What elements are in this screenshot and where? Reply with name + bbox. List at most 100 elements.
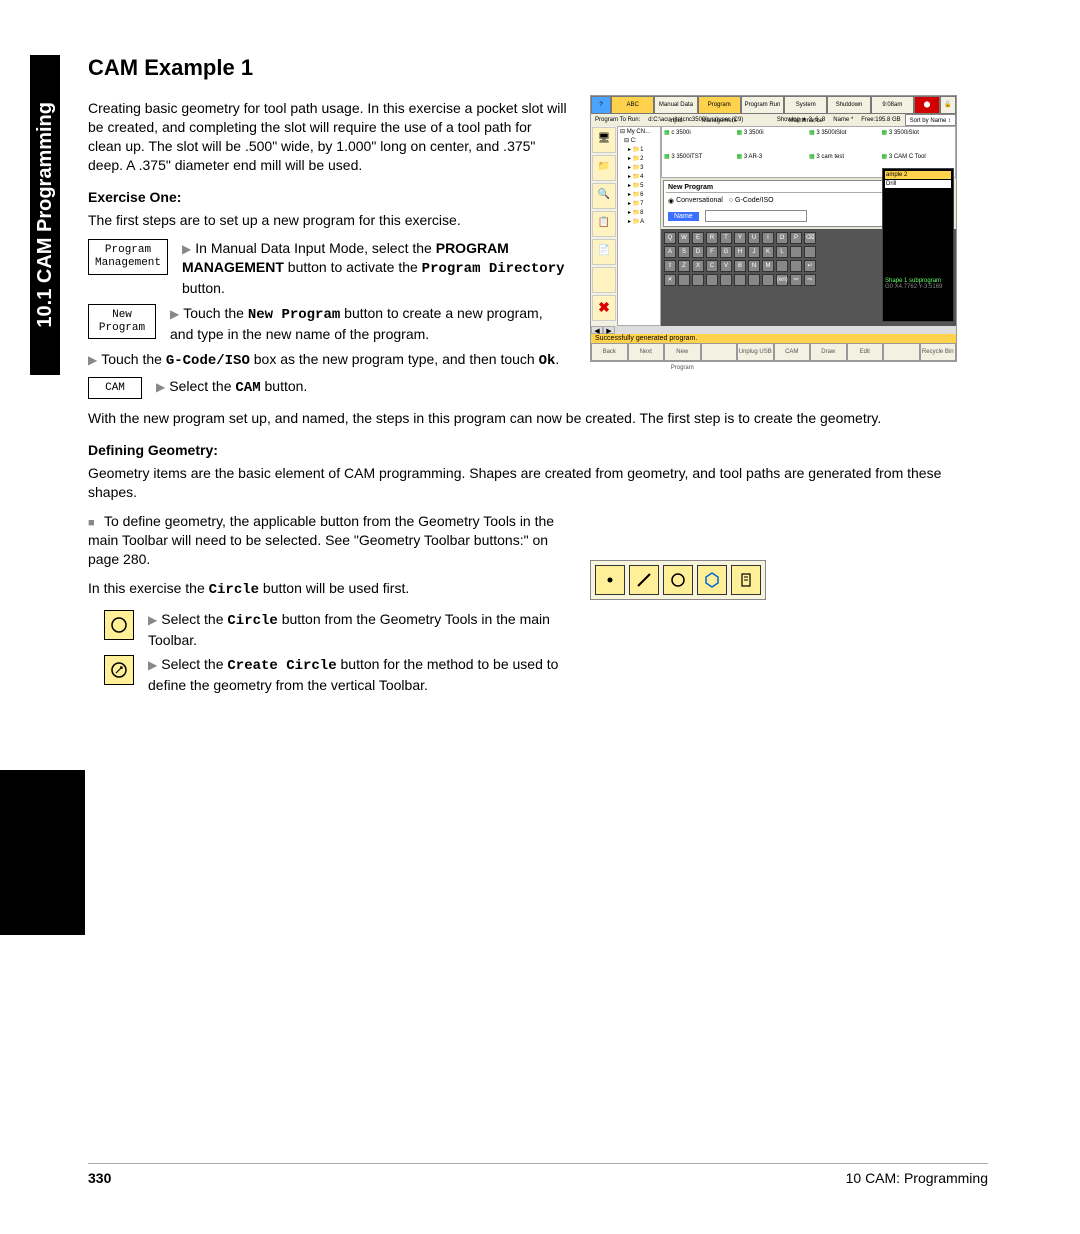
ss-bottom-button[interactable]: Recycle Bin [920, 343, 957, 361]
ss-bottom-button[interactable]: Unplug USB [737, 343, 774, 361]
ss-file-item[interactable]: 3 AR-3 [737, 153, 809, 176]
ss-bottom-button[interactable]: Edit [847, 343, 884, 361]
ss-bottom-button[interactable]: Draw [810, 343, 847, 361]
ss-key[interactable]: ↵ [804, 260, 816, 272]
ss-key[interactable]: W [678, 232, 690, 244]
ss-key[interactable]: U [748, 232, 760, 244]
geom-point-button[interactable] [595, 565, 625, 595]
ss-file-item[interactable]: 3 3500iTST [664, 153, 736, 176]
ss-key[interactable] [776, 260, 788, 272]
ss-icon-button[interactable]: 🔍 [592, 183, 616, 209]
ss-tree-item[interactable]: ▸ 📁6 [618, 190, 660, 199]
ss-key[interactable]: ⌫ [804, 232, 816, 244]
ss-key[interactable]: G [720, 246, 732, 258]
ss-tree-item[interactable]: ▸ 📁3 [618, 163, 660, 172]
ss-abc-button[interactable]: ABC [611, 96, 654, 114]
ss-key[interactable] [706, 274, 718, 286]
ss-key[interactable]: J [748, 246, 760, 258]
ss-key[interactable]: R [706, 232, 718, 244]
ss-key[interactable] [804, 246, 816, 258]
ss-key[interactable]: ✕ [664, 274, 676, 286]
geom-text-button[interactable] [731, 565, 761, 595]
ss-folder-tree[interactable]: ⊟ My CN… ⊟ C: ▸ 📁1▸ 📁2▸ 📁3▸ 📁4▸ 📁5▸ 📁6▸ … [617, 126, 661, 326]
ss-key[interactable]: Q [664, 232, 676, 244]
ss-key[interactable]: T [720, 232, 732, 244]
ss-key[interactable]: I [762, 232, 774, 244]
ss-icon-button[interactable]: 🖥 [592, 127, 616, 153]
ss-key[interactable] [790, 260, 802, 272]
ss-key[interactable]: F [706, 246, 718, 258]
ss-key[interactable]: O [776, 232, 788, 244]
geom-circle-button[interactable] [663, 565, 693, 595]
ss-key[interactable] [748, 274, 760, 286]
ss-bottom-button[interactable]: CAM [774, 343, 811, 361]
ss-icon-button[interactable] [592, 267, 616, 293]
ss-tree-item[interactable]: ▸ 📁A [618, 217, 660, 226]
circle-tool-button[interactable] [104, 610, 134, 640]
ss-file-item[interactable]: c 3500i [664, 129, 736, 152]
ss-icon-button[interactable]: 📁 [592, 155, 616, 181]
ss-key[interactable]: K [762, 246, 774, 258]
ss-key[interactable]: E [692, 232, 704, 244]
ss-key[interactable]: Y [734, 232, 746, 244]
create-circle-button[interactable] [104, 655, 134, 685]
ss-program-run-tab[interactable]: Program Run [741, 96, 784, 114]
ss-key[interactable]: P [790, 232, 802, 244]
ss-key[interactable]: B [734, 260, 746, 272]
ss-key[interactable]: H [734, 246, 746, 258]
ss-key[interactable]: S [678, 246, 690, 258]
ss-tree-item[interactable]: ▸ 📁2 [618, 154, 660, 163]
cam-button[interactable]: CAM [88, 377, 142, 400]
ss-key[interactable]: V [720, 260, 732, 272]
ss-key[interactable]: ⇧ [664, 260, 676, 272]
ss-key[interactable]: Z [678, 260, 690, 272]
ss-key[interactable]: N [748, 260, 760, 272]
ss-bottom-button[interactable]: Next [628, 343, 665, 361]
ss-key[interactable]: (en) [776, 274, 788, 286]
ss-radio-conversational[interactable]: ◉Conversational [668, 197, 723, 205]
ss-scrollbar[interactable]: ◀▶ [591, 326, 956, 334]
ss-stop-button[interactable]: ⬤ [914, 96, 940, 114]
ss-bottom-button[interactable]: Back [591, 343, 628, 361]
geom-line-button[interactable] [629, 565, 659, 595]
ss-key[interactable]: C [706, 260, 718, 272]
ss-name-input[interactable] [705, 210, 807, 222]
defining-geometry-intro: Geometry items are the basic element of … [88, 464, 988, 502]
ss-key[interactable]: ⇦ [790, 274, 802, 286]
ss-help-button[interactable]: ? [591, 96, 611, 114]
ss-key[interactable]: D [692, 246, 704, 258]
ss-tree-item[interactable]: ▸ 📁5 [618, 181, 660, 190]
ss-mdi-tab[interactable]: Manual Data Input [654, 96, 697, 114]
ss-shutdown-tab[interactable]: Shutdown [827, 96, 870, 114]
ss-delete-button[interactable]: ✖ [592, 295, 616, 321]
ss-file-item[interactable]: 3 cam test [809, 153, 881, 176]
ss-sort-by[interactable]: Sort by Name ↕ [905, 114, 956, 126]
ss-key[interactable]: M [762, 260, 774, 272]
ss-program-management-tab[interactable]: Program Management [698, 96, 741, 114]
program-management-button[interactable]: Program Management [88, 239, 168, 274]
ss-key[interactable]: A [664, 246, 676, 258]
ss-tree-item[interactable]: ▸ 📁8 [618, 208, 660, 217]
ss-key[interactable] [692, 274, 704, 286]
ss-file-item[interactable]: 3 3500iSlot [882, 129, 954, 152]
ss-icon-button[interactable]: 📋 [592, 211, 616, 237]
ss-file-item[interactable]: 3 3500iSlot [809, 129, 881, 152]
ss-icon-button[interactable]: 📄 [592, 239, 616, 265]
ss-key[interactable]: L [776, 246, 788, 258]
ss-file-item[interactable]: 3 3500i [737, 129, 809, 152]
geom-polygon-button[interactable] [697, 565, 727, 595]
ss-tree-item[interactable]: ▸ 📁7 [618, 199, 660, 208]
ss-radio-gcode[interactable]: ○G-Code/ISO [729, 197, 774, 204]
ss-key[interactable]: X [692, 260, 704, 272]
new-program-button[interactable]: New Program [88, 304, 156, 339]
ss-key[interactable]: ⇨ [804, 274, 816, 286]
ss-tree-item[interactable]: ▸ 📁1 [618, 145, 660, 154]
ss-key[interactable] [720, 274, 732, 286]
ss-key[interactable] [762, 274, 774, 286]
ss-key[interactable] [678, 274, 690, 286]
ss-bottom-button[interactable]: New Program [664, 343, 701, 361]
ss-sys-maint-tab[interactable]: System Maintenance [784, 96, 827, 114]
ss-key[interactable] [790, 246, 802, 258]
ss-key[interactable] [734, 274, 746, 286]
ss-tree-item[interactable]: ▸ 📁4 [618, 172, 660, 181]
